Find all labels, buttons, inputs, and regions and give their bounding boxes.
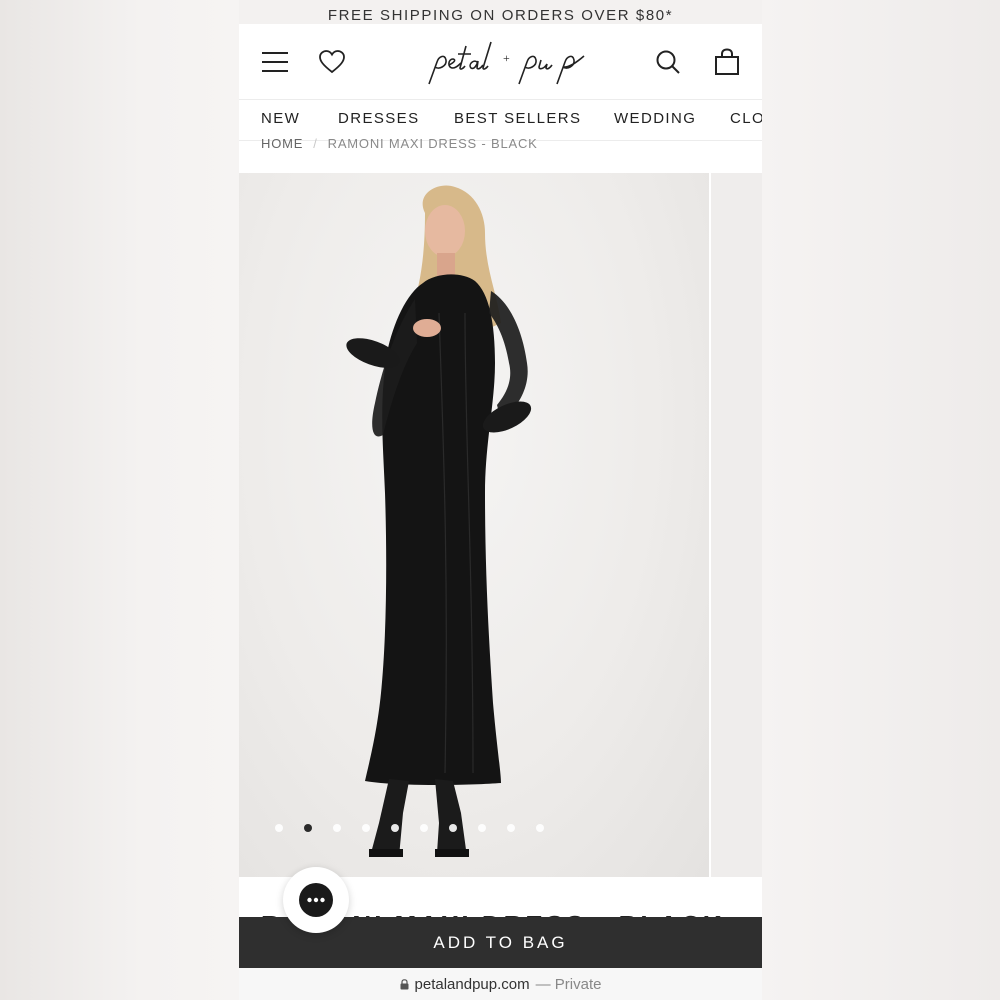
- gallery-dot[interactable]: [333, 824, 341, 832]
- gallery-dot[interactable]: [391, 824, 399, 832]
- heart-icon[interactable]: [316, 46, 348, 78]
- gallery-dot[interactable]: [478, 824, 486, 832]
- browser-url-bar[interactable]: petalandpup.com — Private: [239, 968, 762, 1000]
- gallery-dot[interactable]: [449, 824, 457, 832]
- background-right: [762, 0, 1000, 1000]
- nav-item-best-sellers[interactable]: BEST SELLERS: [454, 110, 581, 127]
- breadcrumb-home[interactable]: HOME: [261, 136, 303, 151]
- gallery-dot[interactable]: [275, 824, 283, 832]
- gallery-dot[interactable]: [362, 824, 370, 832]
- breadcrumb-current: RAMONI MAXI DRESS - BLACK: [327, 136, 538, 151]
- product-image-main[interactable]: [239, 173, 709, 877]
- lock-icon: [400, 978, 409, 989]
- chat-button[interactable]: [283, 867, 349, 933]
- gallery-dot[interactable]: [536, 824, 544, 832]
- category-nav: NEW DRESSES BEST SELLERS WEDDING CLO: [239, 99, 762, 141]
- browser-url-text: petalandpup.com: [414, 975, 530, 993]
- logo-script-icon: +: [428, 41, 585, 85]
- search-icon[interactable]: [652, 46, 684, 78]
- chat-bubble-icon: [299, 883, 333, 917]
- background-left: [0, 0, 239, 1000]
- brand-logo[interactable]: +: [419, 32, 599, 92]
- promo-text: FREE SHIPPING ON ORDERS OVER $80*: [327, 7, 674, 24]
- browser-private-label: — Private: [535, 975, 602, 993]
- gallery-pagination: [275, 824, 544, 832]
- bag-icon[interactable]: [711, 46, 743, 78]
- menu-icon[interactable]: [259, 46, 291, 78]
- product-image-gallery[interactable]: [239, 173, 762, 877]
- breadcrumb-separator: /: [313, 136, 318, 151]
- site-header: +: [239, 24, 762, 99]
- nav-item-new[interactable]: NEW: [261, 110, 300, 127]
- gallery-dot[interactable]: [420, 824, 428, 832]
- nav-item-dresses[interactable]: DRESSES: [338, 110, 420, 127]
- nav-item-wedding[interactable]: WEDDING: [614, 110, 696, 127]
- product-image-next-peek[interactable]: [711, 173, 762, 877]
- model-in-black-dress-image: [346, 185, 532, 857]
- breadcrumb: HOME / RAMONI MAXI DRESS - BLACK: [261, 136, 538, 151]
- mobile-page: + NEW DRESSES BEST SELLERS WEDDING CLO H…: [239, 24, 762, 1000]
- svg-text:+: +: [503, 51, 510, 65]
- promo-bar: FREE SHIPPING ON ORDERS OVER $80*: [239, 0, 762, 24]
- gallery-dot[interactable]: [304, 824, 312, 832]
- nav-item-clothing[interactable]: CLO: [730, 110, 762, 127]
- gallery-dot[interactable]: [507, 824, 515, 832]
